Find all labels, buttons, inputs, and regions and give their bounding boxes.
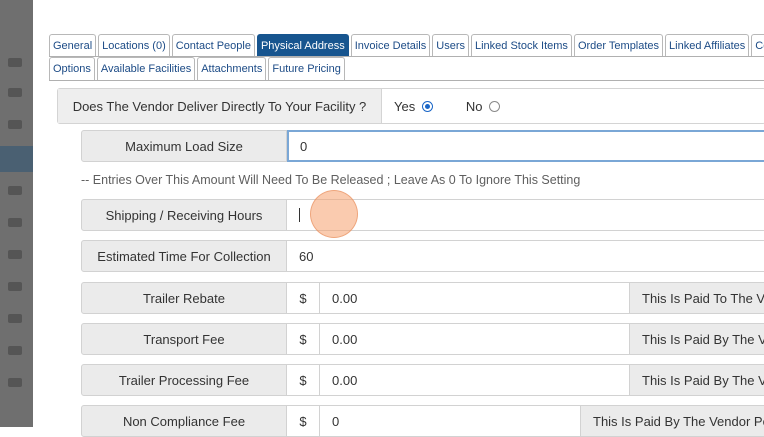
- deliver-no-option[interactable]: No: [465, 98, 501, 114]
- deliver-no-radio[interactable]: [489, 100, 501, 112]
- tab-locations[interactable]: Locations (0): [98, 34, 170, 57]
- transport-fee-input[interactable]: 0.00: [320, 323, 630, 355]
- shipping-hours-input[interactable]: [287, 199, 764, 231]
- sidebar-icon: [8, 314, 22, 323]
- sidebar-icon: [8, 378, 22, 387]
- sidebar-icon: [8, 58, 22, 67]
- deliver-directly-row: Does The Vendor Deliver Directly To Your…: [57, 88, 764, 124]
- tab-comm[interactable]: Comm: [751, 34, 764, 57]
- trailer-processing-row: Trailer Processing Fee $ 0.00 This Is Pa…: [81, 364, 764, 396]
- vendor-form-panel: General Locations (0) Contact People Phy…: [33, 0, 764, 437]
- sidebar-icon: [8, 120, 22, 129]
- tab-linked-stock-items[interactable]: Linked Stock Items: [471, 34, 572, 57]
- non-compliance-currency: $: [287, 405, 320, 437]
- deliver-yes-option[interactable]: Yes: [394, 99, 433, 114]
- trailer-rebate-label: Trailer Rebate: [81, 282, 287, 314]
- collection-time-input[interactable]: 60: [287, 240, 764, 272]
- tab-future-pricing[interactable]: Future Pricing: [268, 57, 345, 80]
- tab-options[interactable]: Options: [49, 57, 95, 80]
- maximum-load-row: Maximum Load Size 0: [81, 130, 764, 162]
- tab-physical-address[interactable]: Physical Address: [256, 34, 349, 57]
- trailer-rebate-currency: $: [287, 282, 320, 314]
- trailer-processing-label: Trailer Processing Fee: [81, 364, 287, 396]
- deliver-question-label: Does The Vendor Deliver Directly To Your…: [58, 89, 382, 123]
- non-compliance-input[interactable]: 0: [320, 405, 581, 437]
- maximum-load-input[interactable]: 0: [287, 130, 764, 162]
- collection-time-label: Estimated Time For Collection: [81, 240, 287, 272]
- tab-invoice-details[interactable]: Invoice Details: [350, 34, 431, 57]
- deliver-no-label: No: [465, 98, 483, 114]
- non-compliance-label: Non Compliance Fee: [81, 405, 287, 437]
- text-caret: [299, 208, 300, 222]
- trailer-processing-currency: $: [287, 364, 320, 396]
- deliver-yes-radio[interactable]: [421, 100, 433, 112]
- trailer-rebate-note: This Is Paid To The V: [630, 282, 764, 314]
- trailer-rebate-row: Trailer Rebate $ 0.00 This Is Paid To Th…: [81, 282, 764, 314]
- sidebar-icon: [8, 250, 22, 259]
- sidebar-icon: [8, 218, 22, 227]
- maximum-load-label: Maximum Load Size: [81, 130, 287, 162]
- transport-fee-note: This Is Paid By The V: [630, 323, 764, 355]
- trailer-processing-input[interactable]: 0.00: [320, 364, 630, 396]
- deliver-yes-label: Yes: [394, 98, 416, 114]
- tab-linked-affiliates[interactable]: Linked Affiliates: [665, 34, 750, 57]
- click-indicator: [310, 190, 358, 238]
- sidebar-icon: [8, 282, 22, 291]
- tab-contact-people[interactable]: Contact People: [171, 34, 255, 57]
- tab-users[interactable]: Users: [432, 34, 469, 57]
- transport-fee-label: Transport Fee: [81, 323, 287, 355]
- sidebar-icon: [8, 346, 22, 355]
- collection-time-row: Estimated Time For Collection 60: [81, 240, 764, 272]
- tab-divider: [49, 80, 764, 81]
- sidebar-icon: [8, 88, 22, 97]
- tab-attachments[interactable]: Attachments: [197, 57, 267, 80]
- non-compliance-note: This Is Paid By The Vendor Pe: [581, 405, 764, 437]
- shipping-hours-label: Shipping / Receiving Hours: [81, 199, 287, 231]
- transport-fee-row: Transport Fee $ 0.00 This Is Paid By The…: [81, 323, 764, 355]
- non-compliance-row: Non Compliance Fee $ 0 This Is Paid By T…: [81, 405, 764, 437]
- sidebar-icon: [8, 186, 22, 195]
- tab-available-facilities[interactable]: Available Facilities: [96, 57, 196, 80]
- trailer-rebate-input[interactable]: 0.00: [320, 282, 630, 314]
- tab-general[interactable]: General: [49, 34, 97, 57]
- tab-order-templates[interactable]: Order Templates: [573, 34, 664, 57]
- tab-bar-row-1: General Locations (0) Contact People Phy…: [49, 34, 764, 57]
- shipping-hours-row: Shipping / Receiving Hours: [81, 199, 764, 231]
- maximum-load-hint: -- Entries Over This Amount Will Need To…: [81, 173, 581, 187]
- tab-bar-row-2: Options Available Facilities Attachments…: [49, 57, 347, 80]
- sidebar-active-item: [0, 146, 33, 172]
- trailer-processing-note: This Is Paid By The V: [630, 364, 764, 396]
- transport-fee-currency: $: [287, 323, 320, 355]
- background-sidebar: [0, 0, 33, 427]
